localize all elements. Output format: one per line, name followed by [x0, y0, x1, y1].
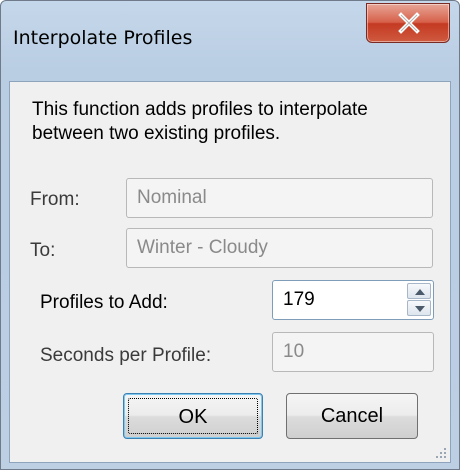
profiles-to-add-stepper[interactable]: 179 [272, 280, 434, 320]
spin-buttons [407, 283, 431, 317]
close-x-icon [398, 12, 420, 34]
close-button[interactable] [366, 3, 450, 43]
window-title: Interpolate Profiles [13, 27, 193, 49]
from-value: Nominal [137, 187, 207, 208]
spin-down-button[interactable] [407, 300, 431, 316]
from-label: From: [30, 189, 80, 210]
dialog-content: This function adds profiles to interpola… [9, 81, 451, 463]
ok-button-label: OK [128, 398, 258, 434]
to-field: Winter - Cloudy [126, 228, 433, 268]
to-value: Winter - Cloudy [137, 237, 268, 258]
title-bar[interactable]: Interpolate Profiles [1, 1, 459, 79]
arrow-down-icon [415, 306, 425, 312]
seconds-per-profile-value: 10 [283, 341, 305, 362]
profiles-to-add-value[interactable]: 179 [283, 289, 315, 310]
spin-up-button[interactable] [407, 283, 431, 299]
cancel-button-label: Cancel [320, 405, 384, 427]
seconds-per-profile-label: Seconds per Profile: [40, 345, 212, 366]
cancel-button[interactable]: Cancel [286, 393, 418, 439]
description-text: This function adds profiles to interpola… [32, 99, 368, 144]
seconds-per-profile-field: 10 [272, 332, 434, 372]
dialog-window: Interpolate Profiles This function adds … [0, 0, 460, 470]
to-label: To: [30, 240, 56, 261]
ok-button[interactable]: OK [123, 393, 263, 439]
arrow-up-icon [415, 289, 425, 295]
resize-grip-icon[interactable] [433, 445, 447, 459]
profiles-to-add-label: Profiles to Add: [40, 292, 168, 313]
from-field: Nominal [126, 178, 433, 218]
